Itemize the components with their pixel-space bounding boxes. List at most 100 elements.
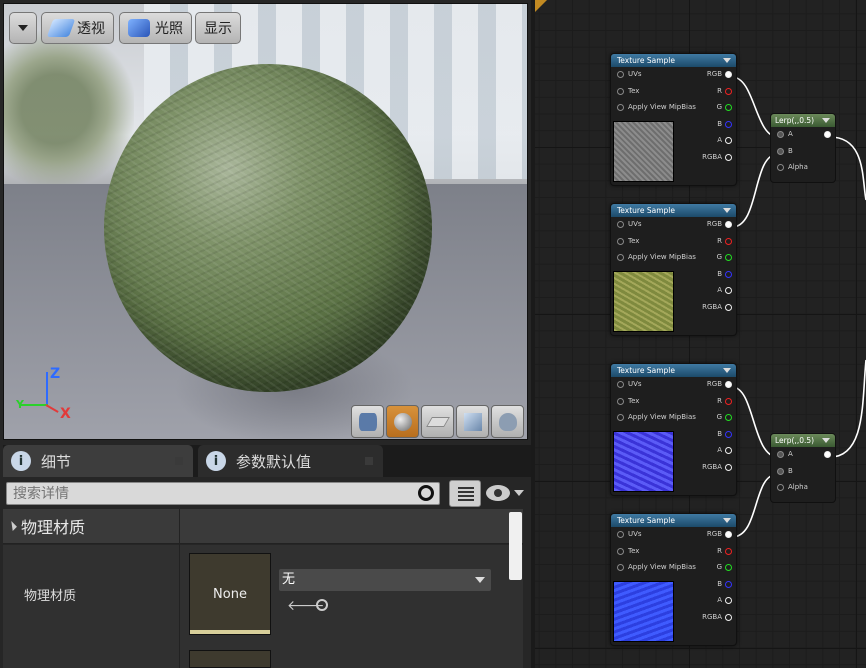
node-title[interactable]: Texture Sample: [611, 364, 736, 377]
input-pin[interactable]: [777, 147, 784, 155]
output-pin[interactable]: [824, 451, 831, 458]
input-pin[interactable]: [617, 71, 624, 78]
output-pin-a[interactable]: [725, 287, 732, 294]
input-pin[interactable]: [617, 397, 624, 405]
input-pin[interactable]: [617, 104, 624, 111]
chevron-down-icon[interactable]: [514, 490, 524, 496]
output-pin-g[interactable]: [725, 104, 732, 111]
output-pin-r[interactable]: [725, 237, 732, 245]
output-pin-rgb[interactable]: [725, 531, 732, 538]
output-pin-r[interactable]: [725, 547, 732, 555]
chevron-down-icon[interactable]: [723, 208, 731, 213]
input-pin[interactable]: [777, 131, 784, 138]
tab-close-icon[interactable]: [175, 457, 183, 465]
pin-label: A: [717, 136, 722, 144]
output-pin-rgb[interactable]: [725, 71, 732, 78]
input-pin[interactable]: [617, 564, 624, 571]
output-pin-g[interactable]: [725, 254, 732, 261]
texture-sample-node[interactable]: Texture Sample UVs RGB Tex R Apply View Mi…: [610, 203, 737, 336]
use-selected-arrow-icon[interactable]: 🡐: [287, 599, 325, 613]
collapse-triangle-icon[interactable]: [7, 521, 17, 531]
tab-details[interactable]: i 细节: [3, 445, 193, 477]
input-pin[interactable]: [617, 87, 624, 95]
output-pin-rgb[interactable]: [725, 221, 732, 228]
pin-label: B: [788, 146, 793, 155]
output-pin-r[interactable]: [725, 397, 732, 405]
input-pin[interactable]: [617, 237, 624, 245]
physical-material-combo[interactable]: 无: [279, 569, 491, 591]
combo-value: 无: [282, 572, 296, 587]
output-pin-g[interactable]: [725, 564, 732, 571]
search-icon[interactable]: [418, 485, 434, 501]
output-pin-g[interactable]: [725, 414, 732, 421]
output-pin-b[interactable]: [725, 270, 732, 278]
teapot-shape-button[interactable]: [491, 405, 524, 438]
node-title[interactable]: Texture Sample: [611, 54, 736, 67]
node-title[interactable]: Texture Sample: [611, 514, 736, 527]
chevron-down-icon[interactable]: [822, 438, 830, 443]
physical-material-section-header[interactable]: 物理材质: [3, 509, 523, 544]
cube-icon: [463, 412, 482, 431]
output-pin-b[interactable]: [725, 580, 732, 588]
chevron-down-icon[interactable]: [822, 118, 830, 123]
property-matrix-button[interactable]: [449, 480, 481, 507]
input-pin[interactable]: [617, 414, 624, 421]
lerp-node[interactable]: Lerp(,,0.5) A B Alpha: [770, 433, 836, 503]
chevron-down-icon[interactable]: [723, 518, 731, 523]
tab-parameter-defaults[interactable]: i 参数默认值: [198, 445, 383, 477]
input-pin[interactable]: [777, 467, 784, 475]
lerp-node[interactable]: Lerp(,,0.5) A B Alpha: [770, 113, 836, 183]
sphere-icon: [393, 412, 412, 431]
eye-icon[interactable]: [486, 485, 510, 501]
texture-sample-node[interactable]: Texture Sample UVs RGB Tex R Apply View Mi…: [610, 53, 737, 186]
input-pin[interactable]: [617, 381, 624, 388]
perspective-button[interactable]: 透视: [41, 12, 114, 44]
cylinder-shape-button[interactable]: [351, 405, 384, 438]
material-preview-viewport[interactable]: 透视 光照 显示 Z Y X: [3, 3, 528, 440]
plane-shape-button[interactable]: [421, 405, 454, 438]
node-title-text: Texture Sample: [617, 206, 675, 215]
output-pin-a[interactable]: [725, 597, 732, 604]
input-pin[interactable]: [617, 547, 624, 555]
input-pin[interactable]: [617, 531, 624, 538]
cube-shape-button[interactable]: [456, 405, 489, 438]
input-pin[interactable]: [777, 164, 784, 171]
node-title[interactable]: Lerp(,,0.5): [771, 434, 835, 447]
output-pin-rgb[interactable]: [725, 381, 732, 388]
lighting-button[interactable]: 光照: [119, 12, 192, 44]
node-title[interactable]: Lerp(,,0.5): [771, 114, 835, 127]
texture-sample-node[interactable]: Texture Sample UVs RGB Tex R Apply View Mi…: [610, 363, 737, 496]
perspective-icon: [46, 19, 76, 37]
viewport-options-button[interactable]: [9, 12, 37, 44]
output-pin-rgba[interactable]: [725, 303, 732, 311]
output-pin[interactable]: [824, 131, 831, 138]
column-divider[interactable]: [179, 509, 180, 668]
asset-thumbnail-next[interactable]: [189, 650, 271, 668]
input-pin[interactable]: [777, 451, 784, 458]
details-scrollbar[interactable]: [509, 512, 522, 580]
output-pin-r[interactable]: [725, 87, 732, 95]
output-pin-a[interactable]: [725, 447, 732, 454]
output-pin-rgba[interactable]: [725, 613, 732, 621]
output-pin-b[interactable]: [725, 120, 732, 128]
chevron-down-icon[interactable]: [723, 368, 731, 373]
output-pin-b[interactable]: [725, 430, 732, 438]
texture-sample-node[interactable]: Texture Sample UVs RGB Tex R Apply View Mi…: [610, 513, 737, 646]
input-pin[interactable]: [617, 221, 624, 228]
output-pin-rgba[interactable]: [725, 153, 732, 161]
pin-label: Apply View MipBias: [628, 413, 696, 421]
sphere-shape-button[interactable]: [386, 405, 419, 438]
pin-label: Tex: [628, 396, 640, 405]
node-title[interactable]: Texture Sample: [611, 204, 736, 217]
chevron-down-icon[interactable]: [723, 58, 731, 63]
browse-search-icon[interactable]: [316, 599, 328, 611]
input-pin[interactable]: [617, 254, 624, 261]
pin-label: RGB: [706, 530, 722, 538]
search-details-input[interactable]: [6, 482, 440, 505]
input-pin[interactable]: [777, 484, 784, 491]
output-pin-a[interactable]: [725, 137, 732, 144]
output-pin-rgba[interactable]: [725, 463, 732, 471]
tab-close-icon[interactable]: [365, 457, 373, 465]
asset-thumbnail[interactable]: None: [189, 553, 271, 635]
show-button[interactable]: 显示: [195, 12, 241, 44]
